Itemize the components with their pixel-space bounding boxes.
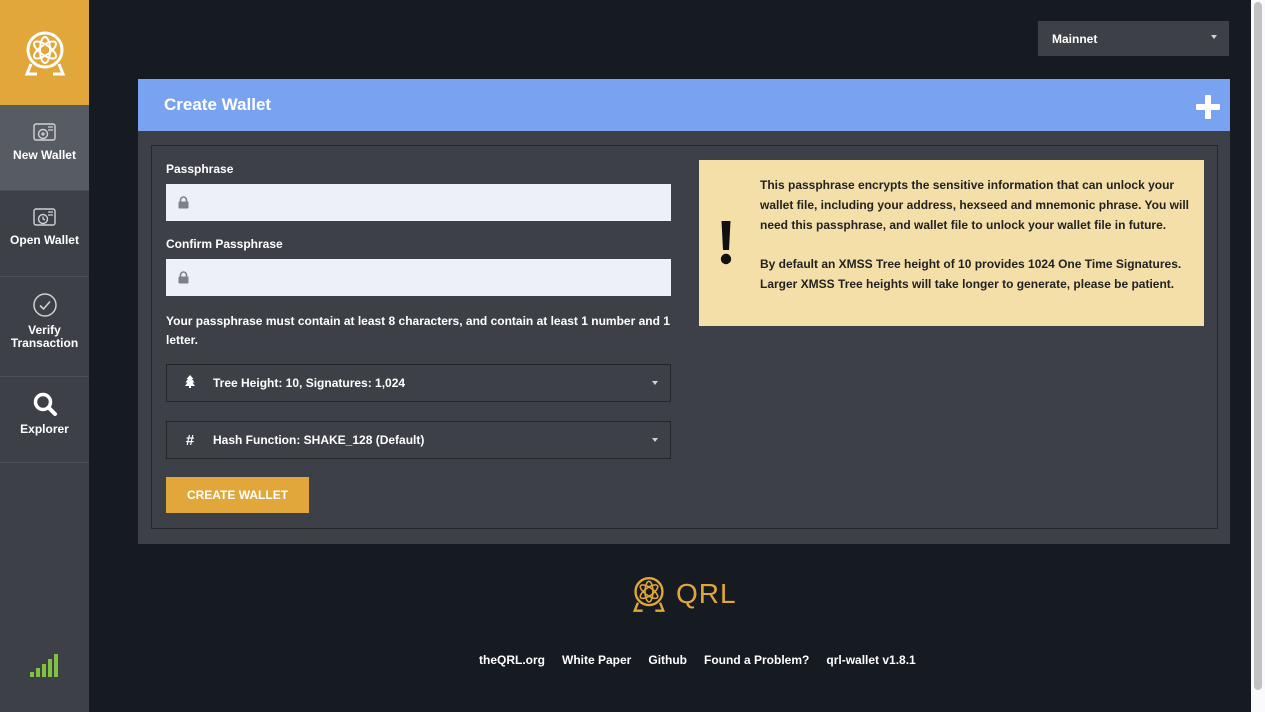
qrl-atom-icon [24,31,65,75]
lock-icon [178,271,189,284]
sidebar-item-label: Explorer [20,422,69,436]
qrl-atom-icon [632,576,666,612]
check-circle-icon [32,293,57,317]
create-wallet-button[interactable]: CREATE WALLET [166,477,309,513]
confirm-passphrase-field-wrapper [166,259,671,296]
sidebar-item-explorer[interactable]: Explorer [0,377,89,463]
tree-height-select[interactable]: Tree Height: 10, Signatures: 1,024 [166,364,671,402]
open-wallet-icon [32,208,56,226]
footer-logo[interactable]: QRL [630,574,737,614]
exclamation-icon [720,221,732,265]
caret-down-icon [652,438,658,442]
create-wallet-card: Create Wallet Passphrase Confirm Passphr… [138,79,1230,544]
passphrase-hint: Your passphrase must contain at least 8 … [166,314,670,347]
footer-link-theqrl[interactable]: theQRL.org [479,653,545,667]
footer-link-version[interactable]: qrl-wallet v1.8.1 [826,653,915,667]
confirm-passphrase-input[interactable] [199,262,659,293]
page-scrollbar[interactable] [1251,0,1265,712]
footer-links: theQRL.org White Paper Github Found a Pr… [479,653,916,667]
hash-function-value: Hash Function: SHAKE_128 (Default) [213,433,425,447]
create-wallet-form: Passphrase Confirm Passphrase Your passp… [151,145,1218,529]
network-select[interactable]: Mainnet [1038,21,1229,56]
footer-brand: QRL [676,578,737,609]
qrl-logo[interactable] [0,0,89,105]
sidebar-item-label: Verify Transaction [10,323,79,350]
footer-link-found-a-problem[interactable]: Found a Problem? [704,653,809,667]
info-message: This passphrase encrypts the sensitive i… [699,160,1204,326]
scrollbar-thumb[interactable] [1254,2,1262,690]
sidebar-item-open-wallet[interactable]: Open Wallet [0,191,89,277]
caret-down-icon [652,381,658,385]
hash-function-select[interactable]: # Hash Function: SHAKE_128 (Default) [166,421,671,459]
sidebar: New Wallet Open Wallet Verify Transactio… [0,0,89,712]
sidebar-item-verify-transaction[interactable]: Verify Transaction [0,277,89,377]
connection-signal-icon [30,654,58,677]
passphrase-field-wrapper [166,184,671,221]
sidebar-item-label: Open Wallet [10,233,79,247]
passphrase-label: Passphrase [166,162,234,176]
sidebar-item-label: New Wallet [13,148,76,162]
footer-link-white-paper[interactable]: White Paper [562,653,631,667]
card-header: Create Wallet [138,79,1230,131]
tree-icon [183,374,197,392]
network-select-value: Mainnet [1052,31,1098,46]
lock-icon [178,196,189,209]
sidebar-item-new-wallet[interactable]: New Wallet [0,105,89,191]
card-title: Create Wallet [164,95,272,114]
info-text-xmss: By default an XMSS Tree height of 10 pro… [760,257,1182,291]
caret-down-icon [1211,35,1217,39]
info-text-passphrase: This passphrase encrypts the sensitive i… [760,178,1189,232]
hashtag-icon: # [185,431,195,449]
tree-height-value: Tree Height: 10, Signatures: 1,024 [213,376,406,390]
search-icon [33,392,57,416]
new-wallet-icon [32,123,56,141]
footer-link-github[interactable]: Github [648,653,687,667]
plus-icon[interactable] [1196,95,1220,119]
confirm-passphrase-label: Confirm Passphrase [166,237,283,251]
passphrase-input[interactable] [199,187,659,218]
